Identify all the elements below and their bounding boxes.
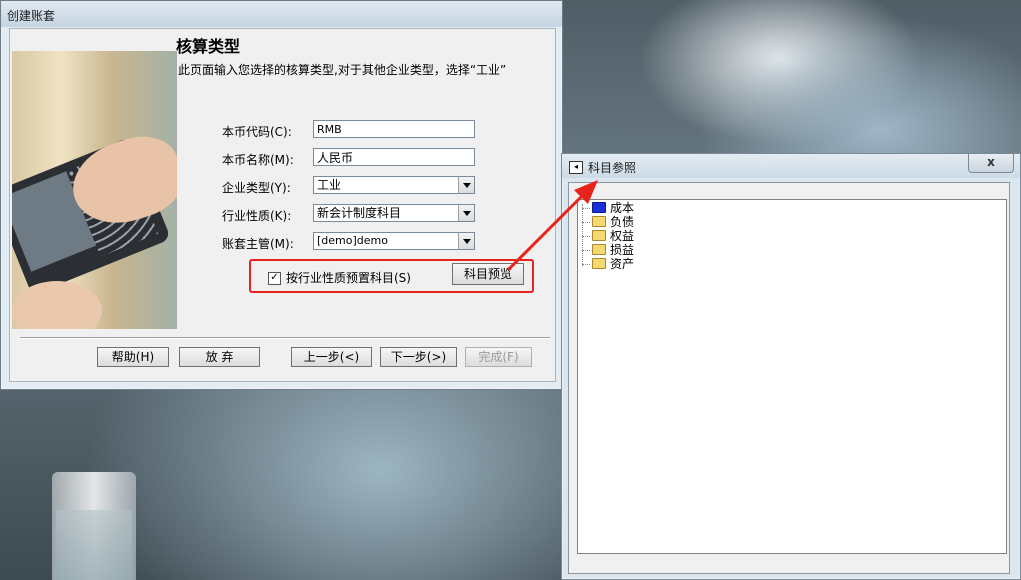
annotation-arrow xyxy=(506,180,598,272)
